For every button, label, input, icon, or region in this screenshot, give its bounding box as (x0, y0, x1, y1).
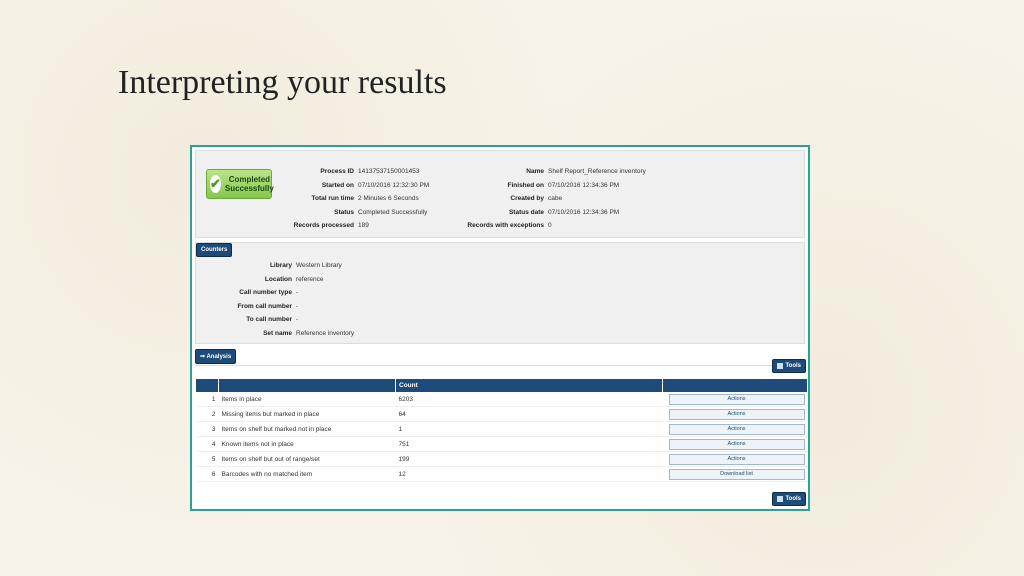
badge-text: Completed Successfully (224, 175, 274, 193)
tools-icon (777, 363, 784, 369)
download-list-button[interactable]: Download list (668, 468, 805, 480)
column-header (662, 379, 808, 392)
summary-row: Records processed 189 (293, 222, 369, 229)
analysis-button[interactable]: ⇒ Analysis (195, 349, 237, 364)
screenshot-frame: ✔ Completed Successfully Process ID 14137… (190, 145, 810, 511)
summary-row: Status date 07/10/2016 12:34:36 PM (508, 208, 620, 216)
counters-panel: Counters Library Western Library Location… (195, 242, 805, 344)
checkmark-icon: ✔ (210, 175, 221, 193)
tools-icon (777, 496, 784, 502)
table-row: 4 Known items not in place 751 Actions (196, 436, 808, 452)
summary-row: Total run time 2 Minutes 6 Seconds (311, 195, 419, 202)
summary-row: Finished on 07/10/2016 12:34:36 PM (507, 181, 620, 189)
tools-button-bottom[interactable]: Tools (772, 492, 806, 506)
table-row: 5 Items on shelf but out of range/set 19… (196, 451, 808, 467)
counter-row: Location reference (264, 275, 324, 283)
summary-right: Name Shelf Report_Reference inventory Fin… (466, 165, 646, 233)
summary-row: Name Shelf Report_Reference inventory (526, 168, 646, 175)
table-header-row: Count (196, 379, 808, 392)
results-table: Count 1 Items in place 6203 Actions 2 Mi… (196, 379, 808, 482)
counter-row: Library Western Library (269, 262, 342, 269)
column-header (218, 379, 396, 392)
job-summary-panel: ✔ Completed Successfully Process ID 14137… (195, 150, 805, 238)
column-header-count: Count (395, 379, 663, 392)
summary-row: Status Completed Successfully (334, 208, 428, 216)
counter-row: Set name Reference inventory (263, 329, 355, 337)
slide-title: Interpreting your results (118, 64, 447, 101)
actions-button[interactable]: Actions (668, 438, 805, 450)
tools-button-top[interactable]: Tools (772, 359, 806, 373)
completed-badge: ✔ Completed Successfully (206, 169, 274, 199)
summary-row: Records with exceptions 0 (467, 222, 552, 229)
summary-row: Created by cabe (510, 195, 563, 202)
analysis-bar: ⇒ Analysis (195, 349, 805, 366)
table-row: 3 Items on shelf but marked not in place… (196, 421, 808, 437)
table-row: 1 Items in place 6203 Actions (196, 392, 808, 407)
actions-button[interactable]: Actions (668, 408, 805, 420)
column-header (196, 379, 219, 392)
actions-button[interactable]: Actions (668, 423, 805, 435)
actions-button[interactable]: Actions (668, 393, 805, 405)
summary-row: Started on 07/10/2016 12:32:30 PM (321, 181, 430, 189)
counter-row: Call number type - (239, 289, 299, 296)
summary-left: Process ID 1413753715000145​3 Started on 0… (288, 165, 430, 233)
counter-row: To call number - (246, 316, 299, 323)
counter-fields: Library Western Library Location reference… (226, 259, 354, 340)
actions-button[interactable]: Actions (668, 453, 805, 465)
counters-button[interactable]: Counters (196, 243, 233, 257)
summary-row: Process ID 1413753715000145​3 (320, 168, 420, 175)
counter-row: From call number - (237, 302, 299, 310)
table-row: 6 Barcodes with no matched item 12 Downl… (196, 466, 808, 482)
table-row: 2 Missing items but marked in place 64 A… (196, 406, 808, 422)
